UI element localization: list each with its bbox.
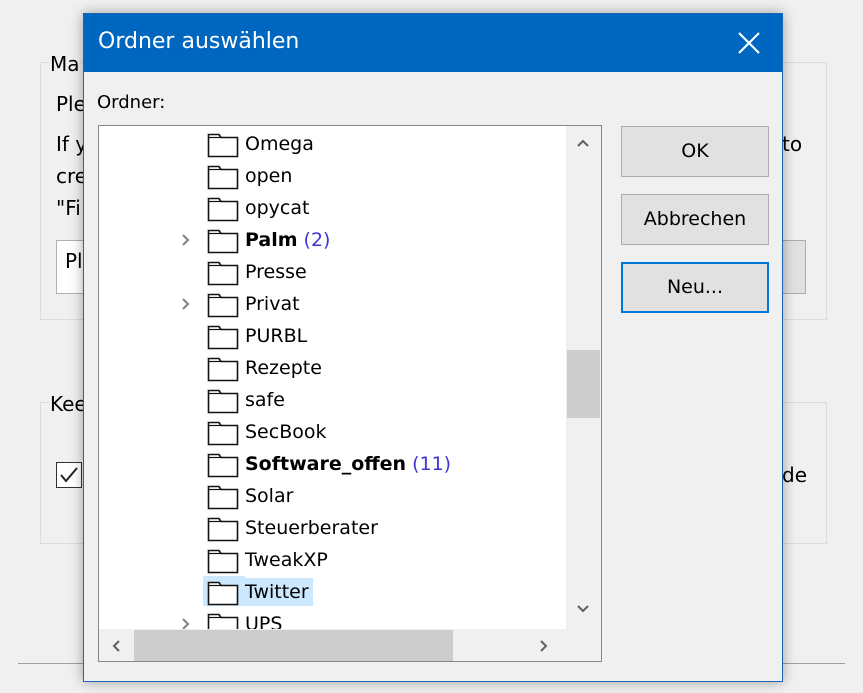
horizontal-scroll-thumb[interactable] — [134, 630, 453, 661]
tree-item[interactable]: safe — [99, 383, 569, 415]
folder-icon — [207, 485, 239, 510]
background-checkbox-text-right: de — [782, 463, 807, 487]
tree-item[interactable]: Privat — [99, 287, 569, 319]
tree-item-label: Omega — [241, 130, 318, 158]
folder-icon — [207, 165, 239, 190]
tree-item[interactable]: Presse — [99, 255, 569, 287]
cancel-button[interactable]: Abbrechen — [621, 194, 769, 245]
scroll-right-icon[interactable] — [539, 639, 549, 653]
tree-item-label: safe — [241, 386, 289, 414]
tree-item-label: Software_offen (11) — [241, 450, 455, 478]
background-path-input-value: Pl — [65, 249, 83, 273]
tree-item-name: Presse — [245, 261, 307, 283]
tree-item-label: open — [241, 162, 296, 190]
background-text-line1: Ple — [56, 92, 86, 116]
folder-tree[interactable]: Omega open opycat Palm (2) Presse Privat PURBL R… — [98, 125, 602, 662]
tree-item[interactable]: opycat — [99, 191, 569, 223]
tree-item-name: safe — [245, 389, 285, 411]
tree-item-name: Twitter — [245, 581, 309, 603]
vertical-scroll-thumb[interactable] — [567, 350, 600, 418]
folder-icon — [207, 421, 239, 446]
ok-button[interactable]: OK — [621, 126, 769, 177]
horizontal-scrollbar[interactable] — [99, 629, 566, 661]
tree-item[interactable]: SecBook — [99, 415, 569, 447]
background-text-line4: "Fi — [56, 196, 81, 220]
scroll-down-icon[interactable] — [576, 604, 590, 614]
tree-item-label: Palm (2) — [241, 226, 334, 254]
tree-item[interactable]: TweakXP — [99, 543, 569, 575]
tree-item[interactable]: PURBL — [99, 319, 569, 351]
tree-item[interactable]: Solar — [99, 479, 569, 511]
tree-item[interactable]: Software_offen (11) — [99, 447, 569, 479]
expand-chevron-icon[interactable] — [181, 297, 191, 311]
tree-item[interactable]: Steuerberater — [99, 511, 569, 543]
tree-item[interactable]: Twitter — [99, 575, 569, 607]
tree-item-name: Rezepte — [245, 357, 322, 379]
folder-icon — [207, 197, 239, 222]
expand-chevron-icon[interactable] — [181, 233, 191, 247]
tree-item-name: Steuerberater — [245, 517, 378, 539]
close-button[interactable] — [716, 14, 782, 72]
unread-count: (11) — [412, 453, 452, 475]
folder-icon — [207, 389, 239, 414]
dialog-titlebar[interactable]: Ordner auswählen — [84, 14, 782, 72]
folder-label: Ordner: — [97, 92, 166, 113]
folder-icon — [207, 293, 239, 318]
tree-item-label: SecBook — [241, 418, 330, 446]
tree-item-name: Privat — [245, 293, 300, 315]
vertical-scrollbar[interactable] — [566, 126, 601, 629]
folder-icon — [207, 325, 239, 350]
tree-item-name: TweakXP — [245, 549, 328, 571]
folder-icon — [207, 581, 239, 606]
folder-icon — [207, 357, 239, 382]
tree-item-name: PURBL — [245, 325, 308, 347]
scrollbar-corner — [566, 629, 601, 661]
tree-item[interactable]: Rezepte — [99, 351, 569, 383]
tree-item-name: Palm — [245, 229, 298, 251]
folder-icon — [207, 517, 239, 542]
tree-item-label: Rezepte — [241, 354, 326, 382]
tree-item[interactable]: Palm (2) — [99, 223, 569, 255]
background-group-label-top: Ma — [50, 52, 80, 76]
background-checkbox[interactable] — [56, 462, 82, 488]
tree-item-name: Omega — [245, 133, 314, 155]
tree-item-label: Steuerberater — [241, 514, 382, 542]
tree-item-label: Privat — [241, 290, 304, 318]
folder-icon — [207, 133, 239, 158]
folder-icon — [207, 549, 239, 574]
checkmark-icon — [60, 467, 78, 483]
tree-item-label: TweakXP — [241, 546, 332, 574]
scroll-left-icon[interactable] — [111, 639, 121, 653]
tree-item-name: opycat — [245, 197, 310, 219]
unread-count: (2) — [303, 229, 331, 251]
tree-item-label: Twitter — [241, 578, 313, 606]
folder-icon — [207, 261, 239, 286]
dialog-title: Ordner auswählen — [98, 29, 300, 54]
tree-item-label: opycat — [241, 194, 313, 222]
tree-item-name: Software_offen — [245, 453, 407, 475]
close-icon — [738, 32, 760, 54]
scroll-up-icon[interactable] — [576, 138, 590, 148]
tree-item-label: PURBL — [241, 322, 311, 350]
tree-item-name: SecBook — [245, 421, 327, 443]
tree-item-name: Solar — [245, 485, 294, 507]
tree-item-label: Solar — [241, 482, 297, 510]
tree-item[interactable]: Omega — [99, 127, 569, 159]
folder-picker-dialog: Ordner auswählen Ordner: Omega open opycat… — [83, 13, 783, 682]
new-folder-button[interactable]: Neu... — [621, 262, 769, 313]
background-group-label-bottom: Kee — [50, 392, 87, 416]
folder-icon — [207, 229, 239, 254]
folder-icon — [207, 453, 239, 478]
tree-item-name: open — [245, 165, 293, 187]
background-text-line2-right: to — [782, 132, 803, 156]
tree-item[interactable]: open — [99, 159, 569, 191]
tree-item-label: Presse — [241, 258, 311, 286]
